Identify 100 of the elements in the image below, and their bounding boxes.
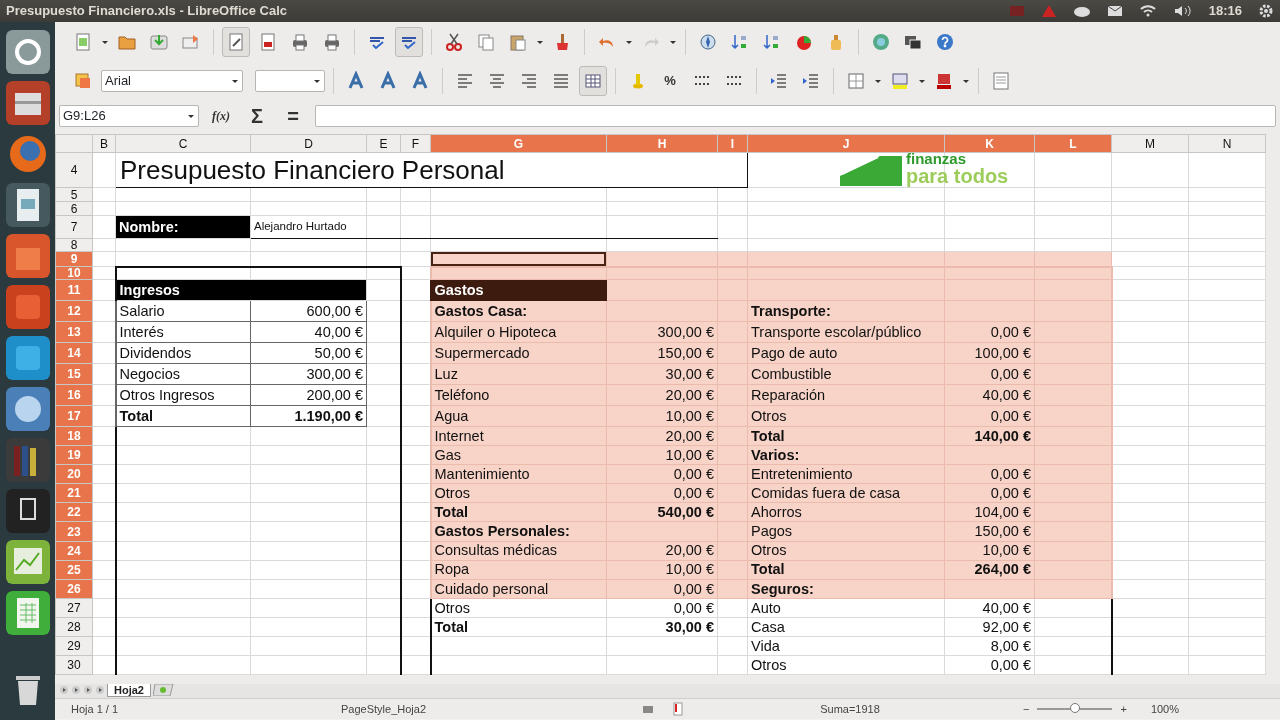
table-cell: Otros Ingresos (115, 384, 251, 406)
chart-tile-icon[interactable] (5, 540, 50, 584)
tile-icon[interactable] (5, 285, 50, 329)
table-cell: Gastos Personales: (430, 521, 607, 542)
printer-icon (290, 31, 310, 52)
column-header[interactable]: D (250, 134, 367, 153)
spreadsheet-tile-icon[interactable] (5, 591, 50, 635)
table-cell: 1.190,00 € (250, 405, 367, 427)
formula-button[interactable]: = (279, 100, 307, 131)
table-cell: Vida (747, 636, 945, 656)
books-icon[interactable] (5, 438, 50, 482)
scissors-icon (444, 31, 464, 52)
column-header[interactable]: N (1188, 134, 1266, 153)
navigator-icon (698, 31, 718, 52)
name-box[interactable]: G9:L26 (59, 104, 199, 127)
table-cell: 8,00 € (944, 636, 1035, 656)
table-cell: Total (430, 617, 607, 637)
zoom-out-button[interactable]: − (1023, 700, 1030, 718)
stairs-icon (840, 154, 902, 186)
table-cell: 40,00 € (944, 598, 1035, 618)
zoom-percent: 100% (1150, 701, 1179, 717)
borders-icon (846, 70, 866, 91)
sheet-tab[interactable]: Hoja2 (107, 684, 151, 697)
table-cell: Internet (430, 426, 607, 446)
document-icon[interactable] (5, 183, 50, 227)
wifi-icon[interactable] (1138, 4, 1157, 18)
tab-scroll-icon[interactable] (95, 684, 105, 696)
tab-scroll-icon[interactable] (71, 684, 81, 696)
tab-scroll-icon[interactable] (59, 684, 69, 696)
table-cell: 40,00 € (250, 321, 367, 343)
table-cell: Casa (747, 617, 945, 637)
table-cell: Gastos (430, 279, 607, 301)
toolbar-button[interactable] (222, 26, 250, 57)
font-name-field[interactable]: Arial (101, 69, 243, 92)
pdf-document-icon (258, 31, 278, 52)
print-preview-icon (322, 31, 342, 52)
column-header[interactable]: E (366, 134, 401, 153)
bag-icon[interactable] (5, 234, 50, 278)
cloud-icon[interactable] (1072, 4, 1091, 18)
column-header[interactable]: C (115, 134, 251, 153)
sum-readout: Suma=1918 (819, 701, 881, 717)
table-cell: Ingresos (115, 279, 367, 301)
column-header[interactable]: F (400, 134, 431, 153)
settings-icon[interactable] (1258, 3, 1274, 19)
row-header[interactable]: 7 (55, 215, 93, 239)
formula-input-field[interactable] (315, 104, 1276, 127)
table-cell: Presupuesto Financiero Personal (115, 152, 748, 188)
corner-cell[interactable] (55, 134, 93, 153)
logo-text: finanzas (906, 151, 967, 166)
percent-button[interactable]: % (656, 65, 684, 96)
table-cell: 300,00 € (250, 363, 367, 385)
table-cell: Gas (430, 445, 607, 465)
globe-icon (871, 31, 891, 52)
table-cell: Total (430, 502, 607, 522)
new-document-icon (73, 31, 93, 52)
table-cell: Teléfono (430, 384, 607, 406)
edit-document-icon (226, 31, 246, 52)
table-cell: Dividendos (115, 342, 251, 364)
table-cell: Otros (747, 655, 945, 675)
zoom-in-button[interactable]: + (1120, 700, 1127, 718)
add-sheet-icon[interactable] (152, 684, 175, 696)
function-wizard-button[interactable]: f(x) (207, 100, 235, 131)
page-icon[interactable] (5, 489, 50, 533)
help-icon (935, 31, 955, 52)
warning-icon[interactable] (1040, 4, 1057, 18)
speaker-icon[interactable] (1172, 4, 1193, 18)
table-cell: Mantenimiento (430, 464, 607, 484)
table-cell: Supermercado (430, 342, 607, 364)
tile-icon[interactable] (5, 336, 50, 380)
table-cell: 50,00 € (250, 342, 367, 364)
table-cell: Negocios (115, 363, 251, 385)
table-cell: Total (115, 405, 251, 427)
font-size-field[interactable] (255, 69, 325, 92)
table-cell: Nombre: (115, 215, 251, 239)
envelope-icon[interactable] (1106, 4, 1123, 18)
table-cell: Alquiler o Hipoteca (430, 321, 607, 343)
drawer-icon[interactable] (5, 81, 50, 125)
table-cell: Otros (430, 483, 607, 503)
clock-time[interactable]: 18:16 (1208, 1, 1242, 21)
sidebar-icon (991, 70, 1011, 91)
table-cell: 0,00 € (944, 655, 1035, 675)
row-header[interactable]: 4 (55, 152, 93, 188)
table-cell: Cuidado personal (430, 579, 607, 599)
sum-button[interactable]: Σ (243, 100, 271, 131)
window-title: Presupuesto Financiero.xls - LibreOffice Calc (6, 2, 288, 21)
table-cell: Auto (747, 598, 945, 618)
circle-logo-icon[interactable] (5, 30, 50, 74)
page-style: PageStyle_Hoja2 (341, 701, 427, 717)
column-header[interactable]: M (1111, 134, 1189, 153)
toolbar-button[interactable] (395, 26, 423, 57)
table-cell: Ropa (430, 560, 607, 580)
table-cell: Luz (430, 363, 607, 385)
tab-scroll-icon[interactable] (83, 684, 93, 696)
sheet-indicator: Hoja 1 / 1 (71, 701, 120, 717)
slider-thumb[interactable] (1069, 703, 1080, 713)
column-header[interactable]: B (92, 134, 116, 153)
bold-icon (346, 70, 366, 91)
copy-icon (476, 31, 496, 52)
background-color-icon (890, 70, 910, 91)
styles-icon (73, 70, 93, 91)
